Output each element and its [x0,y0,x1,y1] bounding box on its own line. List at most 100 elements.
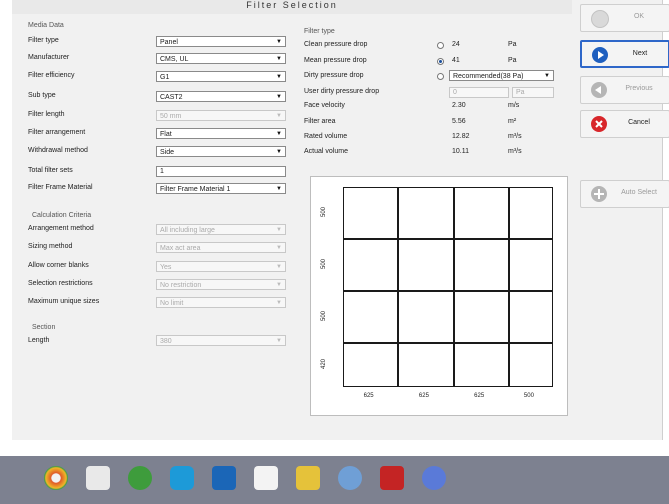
auto-select-button[interactable]: Auto Select [580,180,669,208]
paint-icon[interactable] [338,466,362,490]
media-data-group-label: Media Data [28,22,64,29]
chevron-down-icon: ▼ [276,74,282,80]
dirty-pressure-drop-radio[interactable] [437,73,444,80]
mean-pressure-drop-label: Mean pressure drop [304,57,367,64]
filter-arrangement-value: Flat [160,131,172,138]
column-dimension-label: 500 [523,393,534,399]
filter-area-value: 5.56 [452,118,466,125]
auto-select-icon [591,186,607,202]
filter-type-value: Panel [160,39,178,46]
sub-type-select[interactable]: CAST2 ▼ [156,91,286,102]
filter-cell [343,343,399,387]
filter-length-select: 50 mm ▼ [156,110,286,121]
filter-cell [398,343,454,387]
rated-volume-label: Rated volume [304,133,348,140]
clean-pressure-drop-unit: Pa [508,41,517,48]
ok-button[interactable]: OK [580,4,669,32]
total-filter-sets-input[interactable]: 1 [156,166,286,177]
chrome-icon[interactable] [44,466,68,490]
manufacturer-value: CMS, UL [160,56,189,63]
dirty-pressure-drop-select[interactable]: Recommended(38 Pa) ▼ [449,70,554,81]
filter-cell [398,291,454,344]
sub-type-value: CAST2 [160,94,183,101]
cancel-button-label: Cancel [628,119,650,126]
network-icon[interactable] [422,466,446,490]
maximum-unique-sizes-label: Maximum unique sizes [28,298,100,305]
user-dirty-pressure-drop-input[interactable]: 0 [449,87,509,98]
row-dimension-label: 500 [321,207,328,218]
total-filter-sets-label: Total filter sets [28,167,73,174]
dirty-pressure-drop-label: Dirty pressure drop [304,72,364,79]
window-title: Filter Selection [12,0,572,14]
row-dimension-label: 500 [321,311,328,322]
cancel-x-icon [591,116,607,132]
row-dimension-label: 420 [321,359,328,370]
filter-efficiency-select[interactable]: G1 ▼ [156,71,286,82]
next-button[interactable]: Next [580,40,669,68]
chevron-down-icon: ▼ [276,245,282,251]
section-length-value: 380 [160,338,172,345]
chevron-down-icon: ▼ [276,227,282,233]
ok-button-label: OK [633,13,645,20]
face-velocity-unit: m/s [508,102,520,109]
filter-cell [343,291,399,344]
chevron-down-icon: ▼ [276,300,282,306]
manufacturer-select[interactable]: CMS, UL ▼ [156,53,286,64]
manufacturer-label: Manufacturer [28,54,70,61]
section-length-label: Length [28,337,50,344]
clean-pressure-drop-radio[interactable] [437,42,444,49]
chevron-down-icon: ▼ [276,131,282,137]
maximum-unique-sizes-value: No limit [160,300,184,307]
withdrawal-method-value: Side [160,149,175,156]
utorrent-icon[interactable] [128,466,152,490]
chevron-down-icon: ▼ [276,264,282,270]
filter-length-value: 50 mm [160,113,182,120]
column-dimension-label: 625 [418,393,429,399]
sizing-method-label: Sizing method [28,243,73,250]
calculation-criteria-group-label: Calculation Criteria [32,212,92,219]
filter-cell [508,291,553,344]
row-dimension-label: 500 [321,259,328,270]
cancel-button[interactable]: Cancel [580,110,669,138]
chevron-down-icon: ▼ [276,94,282,100]
filter-type-group-label: Filter type [304,28,335,35]
outlook-icon[interactable] [212,466,236,490]
filter-frame-material-value: Filter Frame Material 1 [160,186,231,193]
allow-corner-blanks-select: Yes ▼ [156,261,286,272]
filter-cell [453,291,509,344]
pdf-reader-icon[interactable] [254,466,278,490]
previous-button-label: Previous [625,85,653,92]
chevron-down-icon: ▼ [276,56,282,62]
chevron-down-icon: ▼ [276,113,282,119]
previous-button[interactable]: Previous [580,76,669,104]
filter-type-select[interactable]: Panel ▼ [156,36,286,47]
adobe-acrobat-icon[interactable] [380,466,404,490]
skype-icon[interactable] [170,466,194,490]
previous-arrow-icon [591,82,607,98]
filter-cell [453,187,509,240]
withdrawal-method-select[interactable]: Side ▼ [156,146,286,157]
mean-pressure-drop-radio[interactable] [437,58,444,65]
filter-frame-material-select[interactable]: Filter Frame Material 1 ▼ [156,183,286,194]
withdrawal-method-label: Withdrawal method [28,147,88,154]
filter-layout-preview: 500 500 500 420 625 625 625 500 [310,176,568,416]
sub-type-label: Sub type [28,92,56,99]
face-velocity-value: 2.30 [452,102,466,109]
column-dimension-label: 625 [363,393,374,399]
user-dirty-pressure-drop-label: User dirty pressure drop [304,88,380,95]
section-group-label: Section [32,324,56,331]
filter-selection-window: Filter Selection Media Data Filter type … [12,0,669,440]
image-viewer-icon[interactable] [296,466,320,490]
arrangement-method-select: All including large ▼ [156,224,286,235]
arrangement-method-value: All including large [160,227,215,234]
mean-pressure-drop-unit: Pa [508,57,517,64]
filter-cell [508,343,553,387]
windows-store-icon[interactable] [86,466,110,490]
filter-arrangement-select[interactable]: Flat ▼ [156,128,286,139]
allow-corner-blanks-value: Yes [160,264,172,271]
auto-select-button-label: Auto Select [621,189,657,196]
filter-cell [508,187,553,240]
filter-area-unit: m² [508,118,517,125]
chevron-down-icon: ▼ [276,282,282,288]
chevron-down-icon: ▼ [276,39,282,45]
